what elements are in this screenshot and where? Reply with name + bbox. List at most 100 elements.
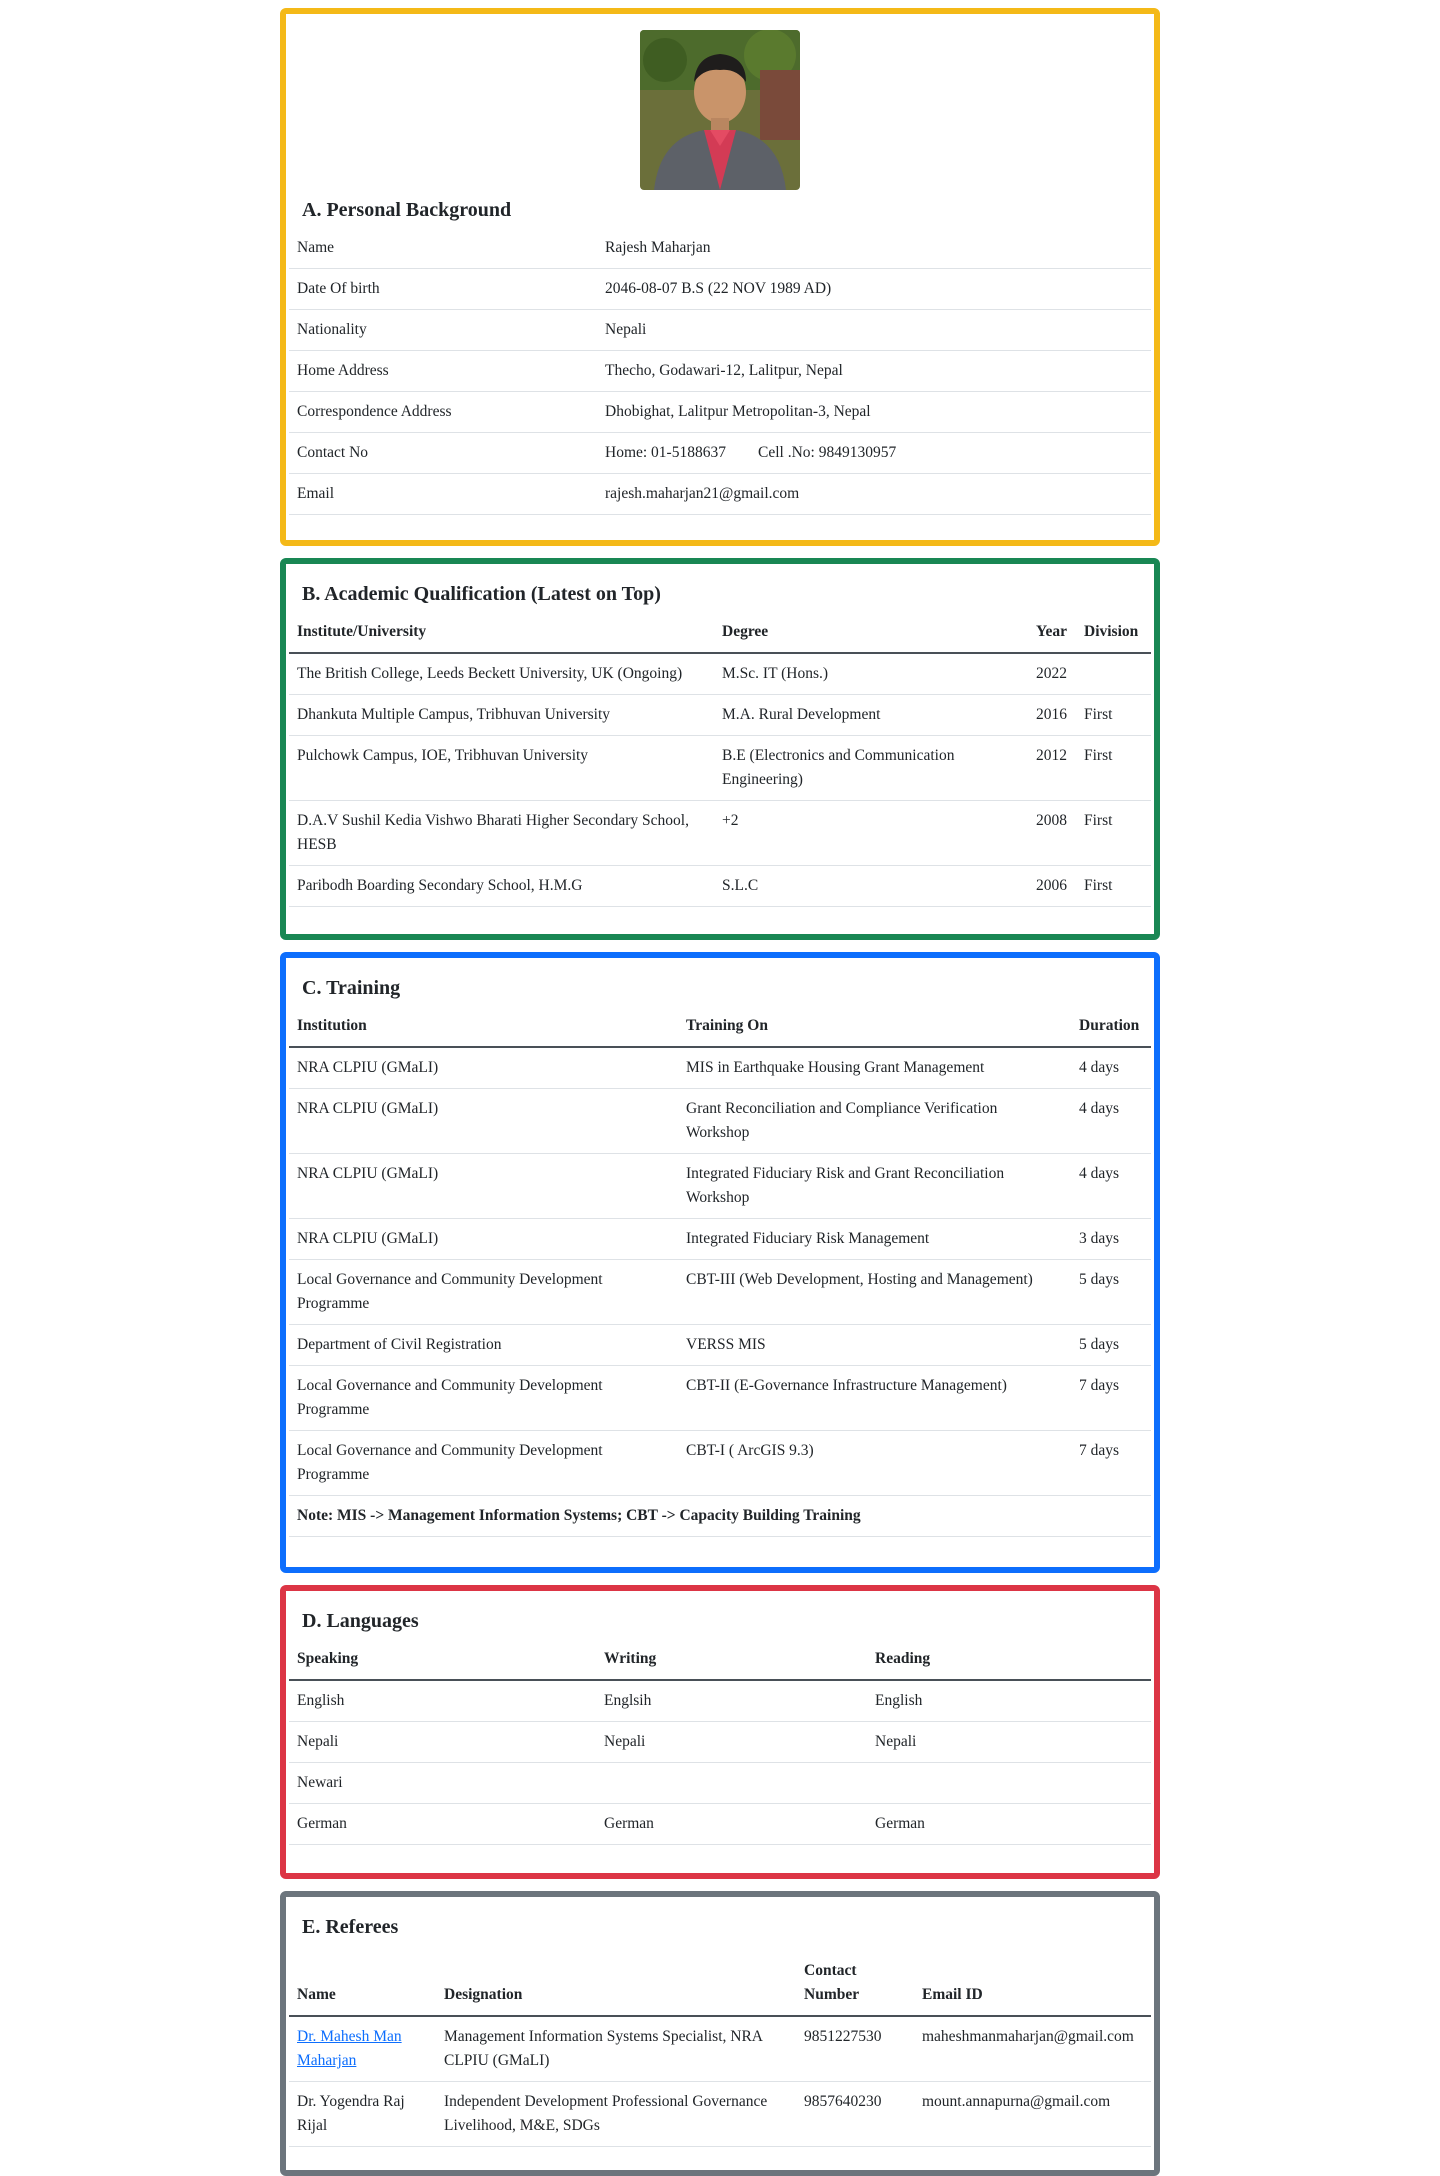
- languages-speaking: Newari: [289, 1762, 596, 1804]
- personal-row: Home Address Thecho, Godawari-12, Lalitpu…: [289, 350, 1151, 392]
- languages-row: English Englsih English: [289, 1679, 1151, 1722]
- referees-contact: 9851227530: [796, 2015, 914, 2082]
- training-row: Local Governance and Community Developme…: [289, 1365, 1151, 1431]
- languages-row: Newari: [289, 1762, 1151, 1804]
- referees-name: Dr. Mahesh Man Maharjan: [289, 2015, 436, 2082]
- personal-value-secondary: Cell .No: 9849130957: [757, 444, 897, 461]
- referees-email: mount.annapurna@gmail.com: [914, 2081, 1151, 2147]
- languages-reading: German: [867, 1803, 1151, 1845]
- languages-header: Reading: [867, 1639, 1151, 1681]
- training-header: Duration: [1071, 1006, 1151, 1048]
- academic-institute: The British College, Leeds Beckett Unive…: [289, 652, 714, 695]
- training-institution: Local Governance and Community Developme…: [289, 1259, 678, 1325]
- academic-year: 2008: [1028, 800, 1076, 866]
- languages-writing: [596, 1762, 867, 1804]
- academic-row: D.A.V Sushil Kedia Vishwo Bharati Higher…: [289, 800, 1151, 866]
- academic-header: Division: [1076, 612, 1151, 654]
- languages-reading: English: [867, 1679, 1151, 1722]
- personal-value: Thecho, Godawari-12, Lalitpur, Nepal: [597, 350, 1151, 392]
- personal-value: Rajesh Maharjan: [597, 228, 1151, 269]
- section-title-academic: B. Academic Qualification (Latest on Top…: [302, 583, 661, 605]
- training-institution: Department of Civil Registration: [289, 1324, 678, 1366]
- training-card: C. Training Institution Training On Durati…: [280, 952, 1160, 1573]
- training-note-row: Note: MIS -> Management Information Syst…: [289, 1495, 1151, 1537]
- training-duration: 7 days: [1071, 1430, 1151, 1496]
- personal-value-text: Thecho, Godawari-12, Lalitpur, Nepal: [605, 362, 843, 379]
- referees-designation: Management Information Systems Specialis…: [436, 2015, 796, 2082]
- training-row: Local Governance and Community Developme…: [289, 1430, 1151, 1496]
- personal-value: 2046-08-07 B.S (22 NOV 1989 AD): [597, 268, 1151, 310]
- languages-table: Speaking Writing Reading English Englsih Eng…: [289, 1639, 1151, 1845]
- training-institution: Local Governance and Community Developme…: [289, 1365, 678, 1431]
- languages-header: Writing: [596, 1639, 867, 1681]
- training-duration: 4 days: [1071, 1046, 1151, 1089]
- referees-email: maheshmanmaharjan@gmail.com: [914, 2015, 1151, 2082]
- training-row: Department of Civil Registration VERSS MI…: [289, 1324, 1151, 1366]
- section-title-training: C. Training: [302, 977, 401, 999]
- academic-division: First: [1076, 694, 1151, 736]
- referees-row: Dr. Mahesh Man Maharjan Management Inform…: [289, 2015, 1151, 2082]
- training-duration: 7 days: [1071, 1365, 1151, 1431]
- personal-value-text: Dhobighat, Lalitpur Metropolitan-3, Nepa…: [605, 403, 871, 420]
- referees-header: Email ID: [914, 1951, 1151, 2017]
- personal-label: Contact No: [289, 432, 597, 474]
- personal-label: Home Address: [289, 350, 597, 392]
- personal-label: Nationality: [289, 309, 597, 351]
- academic-row: The British College, Leeds Beckett Unive…: [289, 652, 1151, 695]
- academic-institute: Paribodh Boarding Secondary School, H.M.…: [289, 865, 714, 907]
- personal-row: Name Rajesh Maharjan: [289, 228, 1151, 269]
- cv-page: A. Personal Background Name Rajesh Maharj…: [280, 8, 1160, 2176]
- training-row: NRA CLPIU (GMaLI) Integrated Fiduciary Ri…: [289, 1153, 1151, 1219]
- profile-photo: [640, 30, 800, 190]
- academic-institute: D.A.V Sushil Kedia Vishwo Bharati Higher…: [289, 800, 714, 866]
- training-table: Institution Training On Duration NRA CLPIU…: [289, 1006, 1151, 1537]
- academic-year: 2006: [1028, 865, 1076, 907]
- personal-row: Correspondence Address Dhobighat, Lalitpu…: [289, 391, 1151, 433]
- academic-degree: B.E (Electronics and Communication Engin…: [714, 735, 1028, 801]
- academic-degree: M.A. Rural Development: [714, 694, 1028, 736]
- languages-row: Nepali Nepali Nepali: [289, 1721, 1151, 1763]
- referees-row: Dr. Yogendra Raj Rijal Independent Develo…: [289, 2081, 1151, 2147]
- personal-background-card: A. Personal Background Name Rajesh Maharj…: [280, 8, 1160, 546]
- languages-writing: Englsih: [596, 1679, 867, 1722]
- training-row: Local Governance and Community Developme…: [289, 1259, 1151, 1325]
- personal-label: Date Of birth: [289, 268, 597, 310]
- personal-label: Correspondence Address: [289, 391, 597, 433]
- academic-header: Degree: [714, 612, 1028, 654]
- referee-name-link[interactable]: Dr. Mahesh Man Maharjan: [297, 2028, 402, 2069]
- personal-value-text: 2046-08-07 B.S (22 NOV 1989 AD): [605, 280, 832, 297]
- academic-institute: Dhankuta Multiple Campus, Tribhuvan Univ…: [289, 694, 714, 736]
- personal-row: Contact No Home: 01-5188637 Cell .No: 9849…: [289, 432, 1151, 474]
- academic-division: First: [1076, 735, 1151, 801]
- training-topic: CBT-III (Web Development, Hosting and Ma…: [678, 1259, 1071, 1325]
- languages-speaking: English: [289, 1679, 596, 1722]
- training-institution: NRA CLPIU (GMaLI): [289, 1046, 678, 1089]
- referees-header: Contact Number: [796, 1951, 914, 2017]
- training-duration: 4 days: [1071, 1153, 1151, 1219]
- languages-speaking: Nepali: [289, 1721, 596, 1763]
- academic-row: Dhankuta Multiple Campus, Tribhuvan Univ…: [289, 694, 1151, 736]
- languages-reading: [867, 1762, 1151, 1804]
- training-topic: CBT-I ( ArcGIS 9.3): [678, 1430, 1071, 1496]
- personal-value: Nepali: [597, 309, 1151, 351]
- referees-header: Designation: [436, 1951, 796, 2017]
- personal-value: Dhobighat, Lalitpur Metropolitan-3, Nepa…: [597, 391, 1151, 433]
- training-row: NRA CLPIU (GMaLI) Grant Reconciliation an…: [289, 1088, 1151, 1154]
- academic-header: Institute/University: [289, 612, 714, 654]
- training-header: Training On: [678, 1006, 1071, 1048]
- training-header: Institution: [289, 1006, 678, 1048]
- academic-degree: S.L.C: [714, 865, 1028, 907]
- training-row: NRA CLPIU (GMaLI) Integrated Fiduciary Ri…: [289, 1218, 1151, 1260]
- personal-table: Name Rajesh Maharjan Date Of birth 2046-08-…: [289, 228, 1151, 515]
- academic-row: Paribodh Boarding Secondary School, H.M.…: [289, 865, 1151, 907]
- training-institution: NRA CLPIU (GMaLI): [289, 1153, 678, 1219]
- personal-row: Nationality Nepali: [289, 309, 1151, 351]
- academic-year: 2012: [1028, 735, 1076, 801]
- academic-qualification-card: B. Academic Qualification (Latest on Top…: [280, 558, 1160, 940]
- academic-year: 2016: [1028, 694, 1076, 736]
- referees-card: E. Referees Name Designation Contact Numbe…: [280, 1891, 1160, 2176]
- training-topic: Grant Reconciliation and Compliance Veri…: [678, 1088, 1071, 1154]
- academic-year: 2022: [1028, 652, 1076, 695]
- academic-degree: M.Sc. IT (Hons.): [714, 652, 1028, 695]
- personal-row: Date Of birth 2046-08-07 B.S (22 NOV 1989…: [289, 268, 1151, 310]
